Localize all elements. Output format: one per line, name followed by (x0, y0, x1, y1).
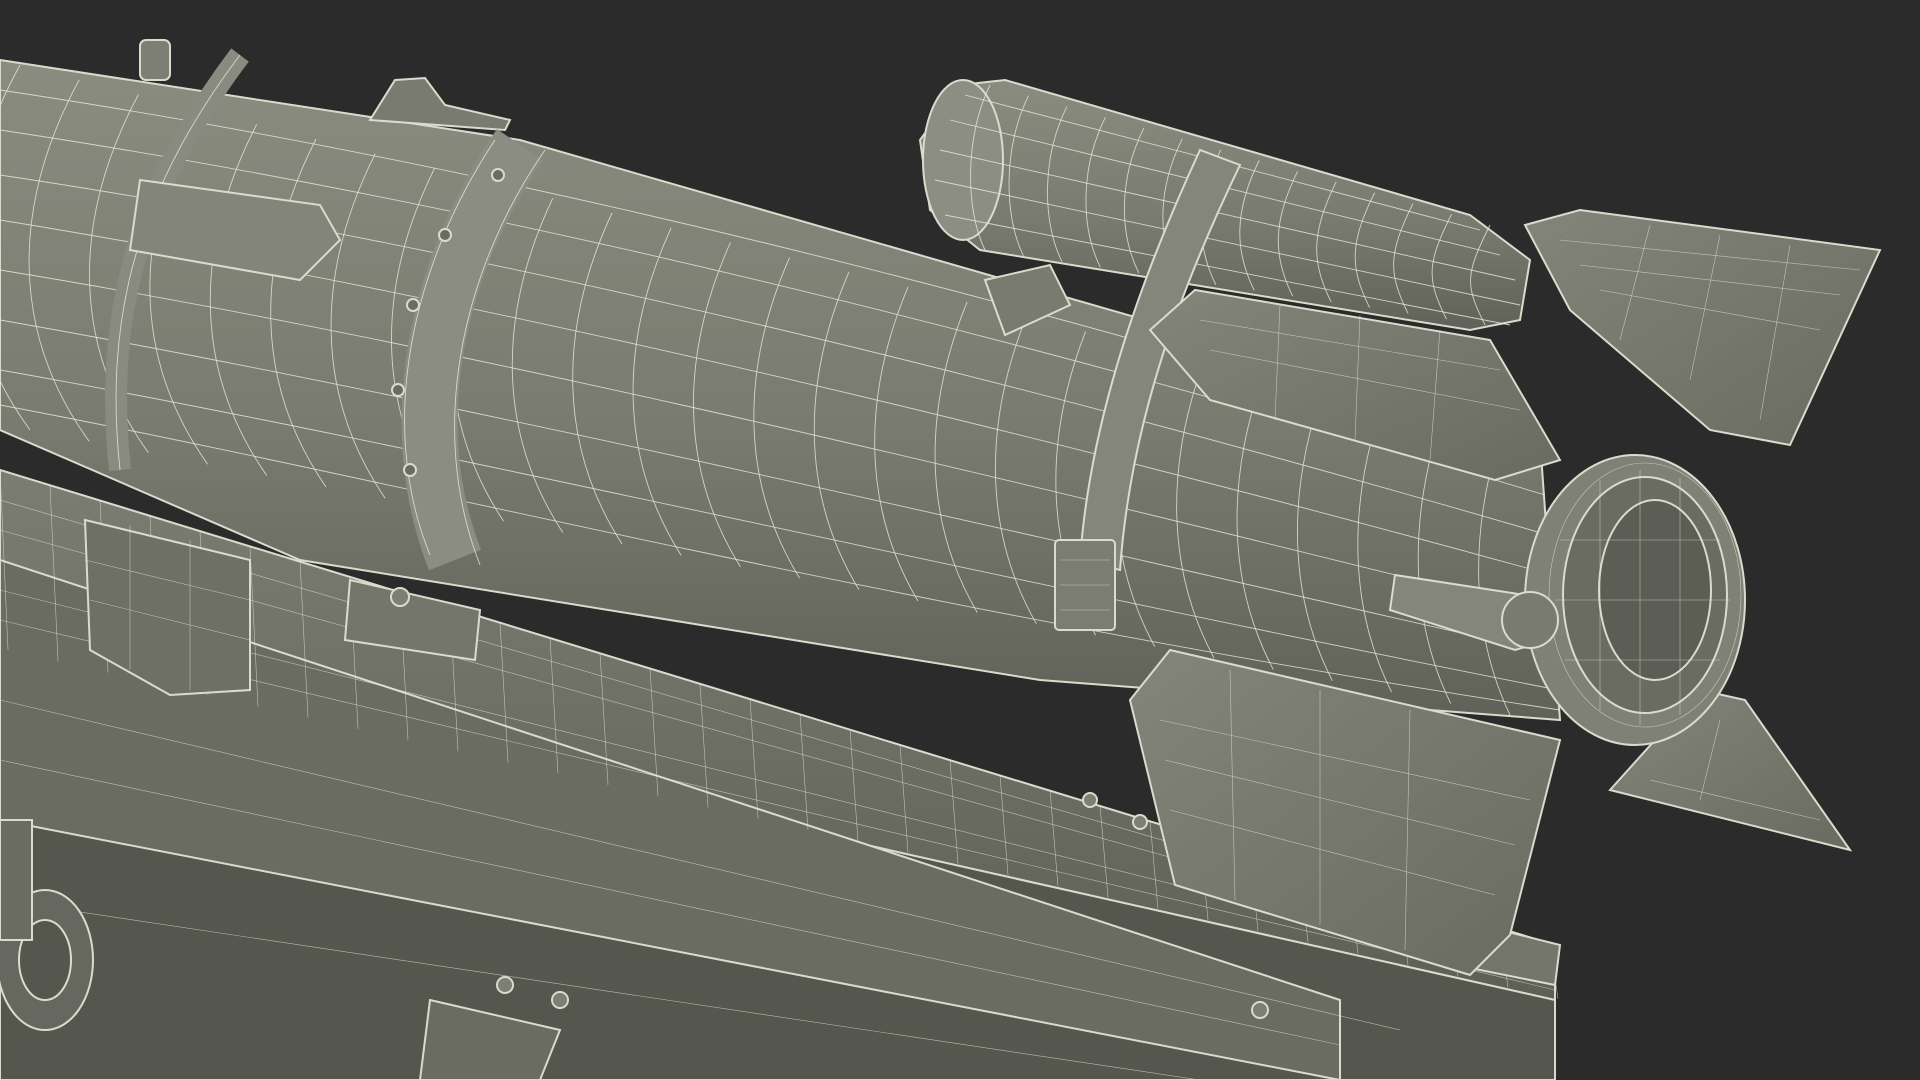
upper-fin (1523, 208, 1882, 447)
render-viewport (0, 0, 1920, 1080)
wireframe-render (0, 39, 1882, 1080)
nozzle (1524, 454, 1746, 746)
